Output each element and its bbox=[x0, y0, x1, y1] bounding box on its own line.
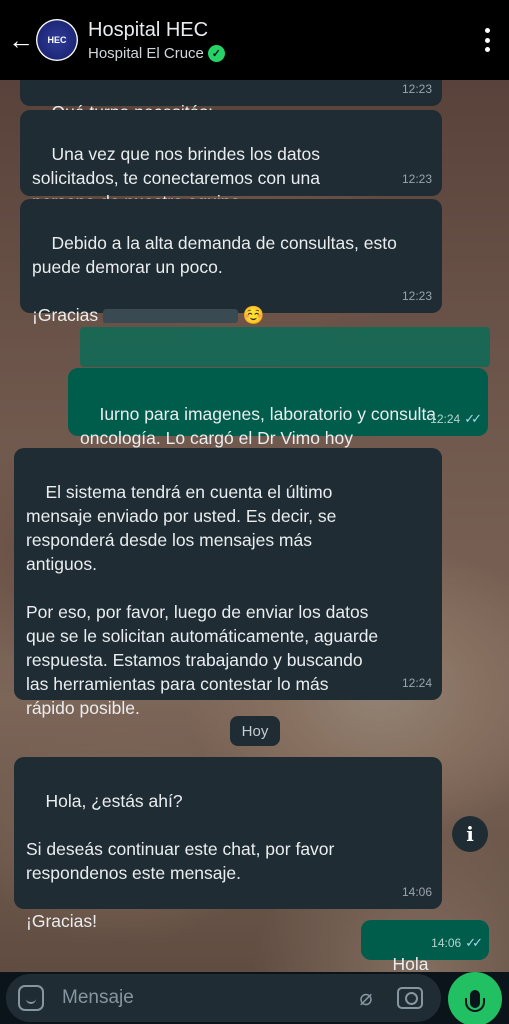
message-time: 12:24 bbox=[401, 676, 432, 690]
read-receipt-icon: ✓✓ bbox=[464, 411, 482, 426]
message-time: 14:06 bbox=[401, 885, 432, 899]
more-options-icon[interactable] bbox=[483, 28, 491, 52]
message-bubble[interactable]: Una vez que nos brindes los datos solici… bbox=[20, 110, 442, 212]
avatar-text: HEC bbox=[47, 35, 67, 45]
chat-header: ← HEC Hospital HEC Hospital El Cruce ✓ bbox=[0, 0, 509, 80]
microphone-button[interactable] bbox=[448, 972, 502, 1024]
message-input[interactable]: Mensaje ⌀ bbox=[6, 974, 441, 1022]
message-bubble[interactable]: Debido a la alta demanda de consultas, e… bbox=[20, 199, 442, 325]
attach-icon[interactable]: ⌀ bbox=[355, 984, 377, 1012]
back-arrow-icon[interactable]: ← bbox=[6, 20, 36, 60]
business-name: Hospital El Cruce bbox=[88, 44, 204, 62]
message-input-placeholder[interactable]: Mensaje bbox=[62, 987, 355, 1009]
avatar[interactable]: HEC bbox=[36, 19, 78, 61]
sticker-icon[interactable] bbox=[18, 985, 44, 1011]
message-time: 12:23 bbox=[401, 82, 432, 96]
info-icon[interactable]: i bbox=[452, 816, 488, 852]
message-text: Hola, ¿estás ahí? Si deseás continuar es… bbox=[26, 791, 335, 931]
message-time: 12:23 bbox=[401, 289, 432, 303]
message-text: El sistema tendrá en cuenta el último me… bbox=[26, 482, 379, 718]
message-bubble[interactable]: Hola, ¿estás ahí? Si deseás continuar es… bbox=[14, 757, 442, 931]
date-separator: Hoy bbox=[230, 716, 280, 746]
message-time: 14:06 ✓✓ bbox=[431, 935, 483, 950]
contact-info[interactable]: Hospital HEC Hospital El Cruce ✓ bbox=[88, 19, 225, 62]
contact-name: Hospital HEC bbox=[88, 18, 209, 41]
camera-icon[interactable] bbox=[397, 987, 423, 1009]
message-time: 12:23 bbox=[401, 172, 432, 186]
contact-subtitle: Hospital El Cruce ✓ bbox=[88, 44, 225, 62]
message-text: Hola bbox=[392, 954, 429, 974]
redacted-area bbox=[80, 327, 490, 367]
message-bubble-outgoing[interactable]: Iurno para imagenes, laboratorio y consu… bbox=[68, 368, 488, 448]
microphone-icon bbox=[465, 990, 485, 1012]
message-text-tail: ☺️ bbox=[237, 305, 265, 325]
message-bubble-outgoing[interactable]: Hola 14:06 ✓✓ bbox=[361, 920, 489, 974]
read-receipt-icon: ✓✓ bbox=[465, 935, 483, 950]
message-time: 12:24 ✓✓ bbox=[430, 411, 482, 426]
verified-badge-icon: ✓ bbox=[207, 44, 225, 62]
message-text: Iurno para imagenes, laboratorio y consu… bbox=[80, 404, 437, 448]
redacted-block bbox=[102, 309, 238, 324]
compose-bar: Mensaje ⌀ bbox=[0, 972, 509, 1024]
message-bubble[interactable]: El sistema tendrá en cuenta el último me… bbox=[14, 448, 442, 718]
chat-area: Qué turno necesitás: 12:23 Una vez que n… bbox=[0, 62, 509, 974]
